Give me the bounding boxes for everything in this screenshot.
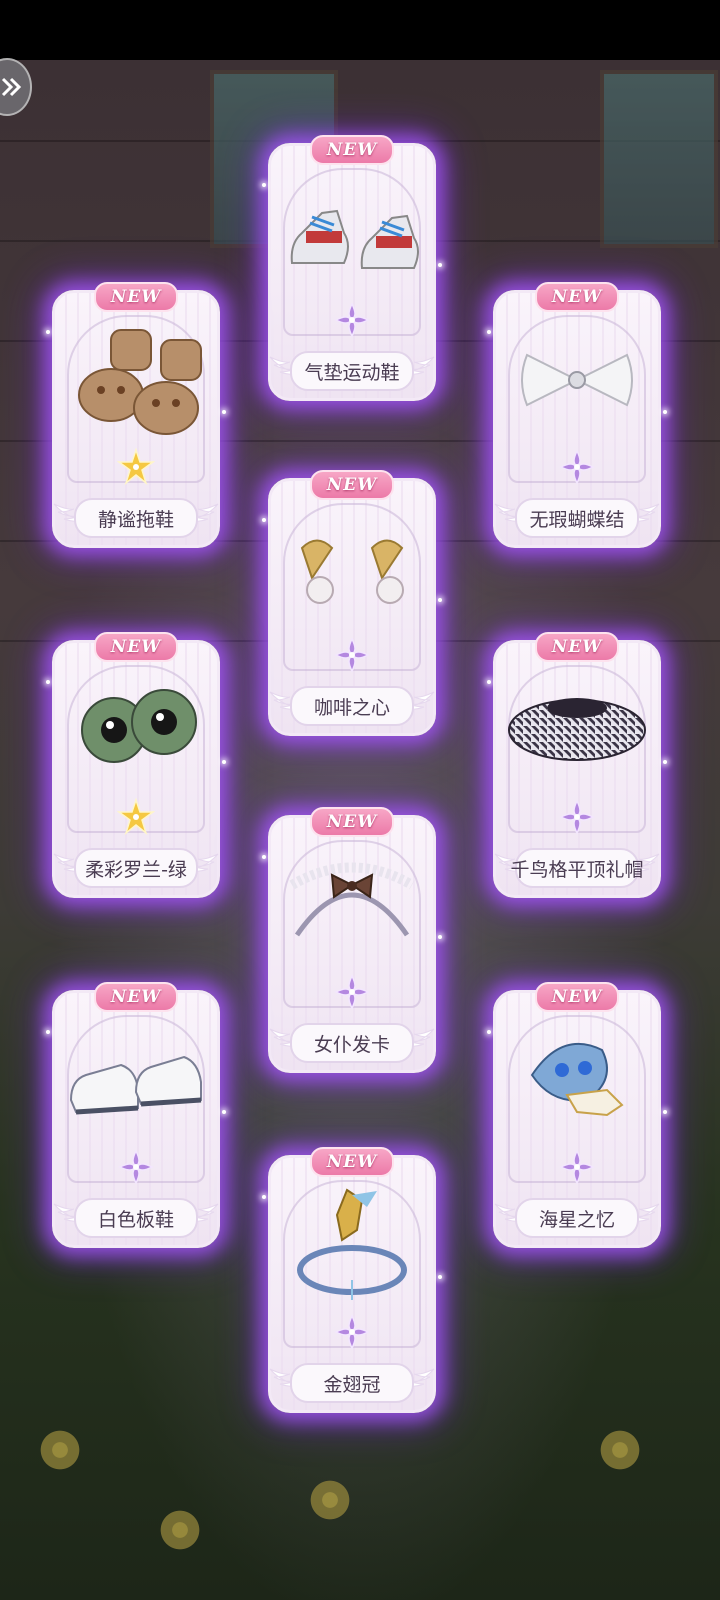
sparkle: [222, 410, 226, 414]
reward-card[interactable]: 金翅冠 NEW: [262, 1147, 442, 1413]
reward-card[interactable]: 静谧拖鞋 NEW: [46, 282, 226, 548]
gold-star-flower-icon: [116, 797, 156, 836]
new-badge: NEW: [310, 470, 394, 500]
reward-card[interactable]: 女仆发卡 NEW: [262, 807, 442, 1073]
sparkle: [262, 1195, 266, 1199]
item-image: [66, 1020, 206, 1140]
sparkle: [438, 935, 442, 939]
sparkle: [663, 1110, 667, 1114]
purple-flower-icon: [333, 1313, 371, 1351]
purple-flower-icon: [117, 1148, 155, 1186]
new-badge: NEW: [535, 282, 619, 312]
new-badge: NEW: [94, 632, 178, 662]
item-name: 无瑕蝴蝶结: [515, 498, 639, 538]
item-image: [66, 320, 206, 440]
sparkle: [663, 760, 667, 764]
item-image: [507, 1020, 647, 1140]
item-image: [282, 1185, 422, 1305]
item-name: 千鸟格平顶礼帽: [511, 848, 644, 888]
sparkle: [438, 1275, 442, 1279]
sparkle: [438, 598, 442, 602]
sparkle: [262, 518, 266, 522]
double-chevron-icon: [1, 77, 22, 97]
sparkle: [222, 1110, 226, 1114]
reward-card[interactable]: 千鸟格平顶礼帽 NEW: [487, 632, 667, 898]
reward-card[interactable]: 柔彩罗兰-绿 NEW: [46, 632, 226, 898]
item-name: 气垫运动鞋: [290, 351, 414, 391]
purple-flower-icon: [558, 448, 596, 486]
sparkle: [222, 760, 226, 764]
sparkle: [46, 1030, 50, 1034]
item-image: [282, 845, 422, 965]
item-name: 金翅冠: [290, 1363, 414, 1403]
item-name: 海星之忆: [515, 1198, 639, 1238]
item-name: 女仆发卡: [290, 1023, 414, 1063]
item-image: [66, 670, 206, 790]
item-image: [507, 670, 647, 790]
new-badge: NEW: [310, 807, 394, 837]
new-badge: NEW: [94, 982, 178, 1012]
sparkle: [487, 330, 491, 334]
item-image: [507, 320, 647, 440]
sparkle: [46, 680, 50, 684]
purple-flower-icon: [558, 1148, 596, 1186]
reward-card[interactable]: 白色板鞋 NEW: [46, 982, 226, 1248]
item-image: [282, 508, 422, 628]
purple-flower-icon: [558, 798, 596, 836]
new-badge: NEW: [94, 282, 178, 312]
item-name: 白色板鞋: [74, 1198, 198, 1238]
item-image: [282, 173, 422, 293]
reward-card[interactable]: 气垫运动鞋 NEW: [262, 135, 442, 401]
reward-card[interactable]: 咖啡之心 NEW: [262, 470, 442, 736]
sparkle: [262, 183, 266, 187]
purple-flower-icon: [333, 973, 371, 1011]
new-badge: NEW: [310, 135, 394, 165]
sparkle: [438, 263, 442, 267]
item-name: 柔彩罗兰-绿: [74, 848, 198, 888]
item-name: 静谧拖鞋: [74, 498, 198, 538]
new-badge: NEW: [535, 982, 619, 1012]
new-badge: NEW: [535, 632, 619, 662]
sparkle: [262, 855, 266, 859]
reward-card[interactable]: 无瑕蝴蝶结 NEW: [487, 282, 667, 548]
sparkle: [663, 410, 667, 414]
sparkle: [487, 1030, 491, 1034]
sparkle: [487, 680, 491, 684]
gold-star-flower-icon: [116, 447, 156, 486]
purple-flower-icon: [333, 301, 371, 339]
sparkle: [46, 330, 50, 334]
purple-flower-icon: [333, 636, 371, 674]
reward-card[interactable]: 海星之忆 NEW: [487, 982, 667, 1248]
status-bar: [0, 0, 720, 60]
item-name: 咖啡之心: [290, 686, 414, 726]
new-badge: NEW: [310, 1147, 394, 1177]
